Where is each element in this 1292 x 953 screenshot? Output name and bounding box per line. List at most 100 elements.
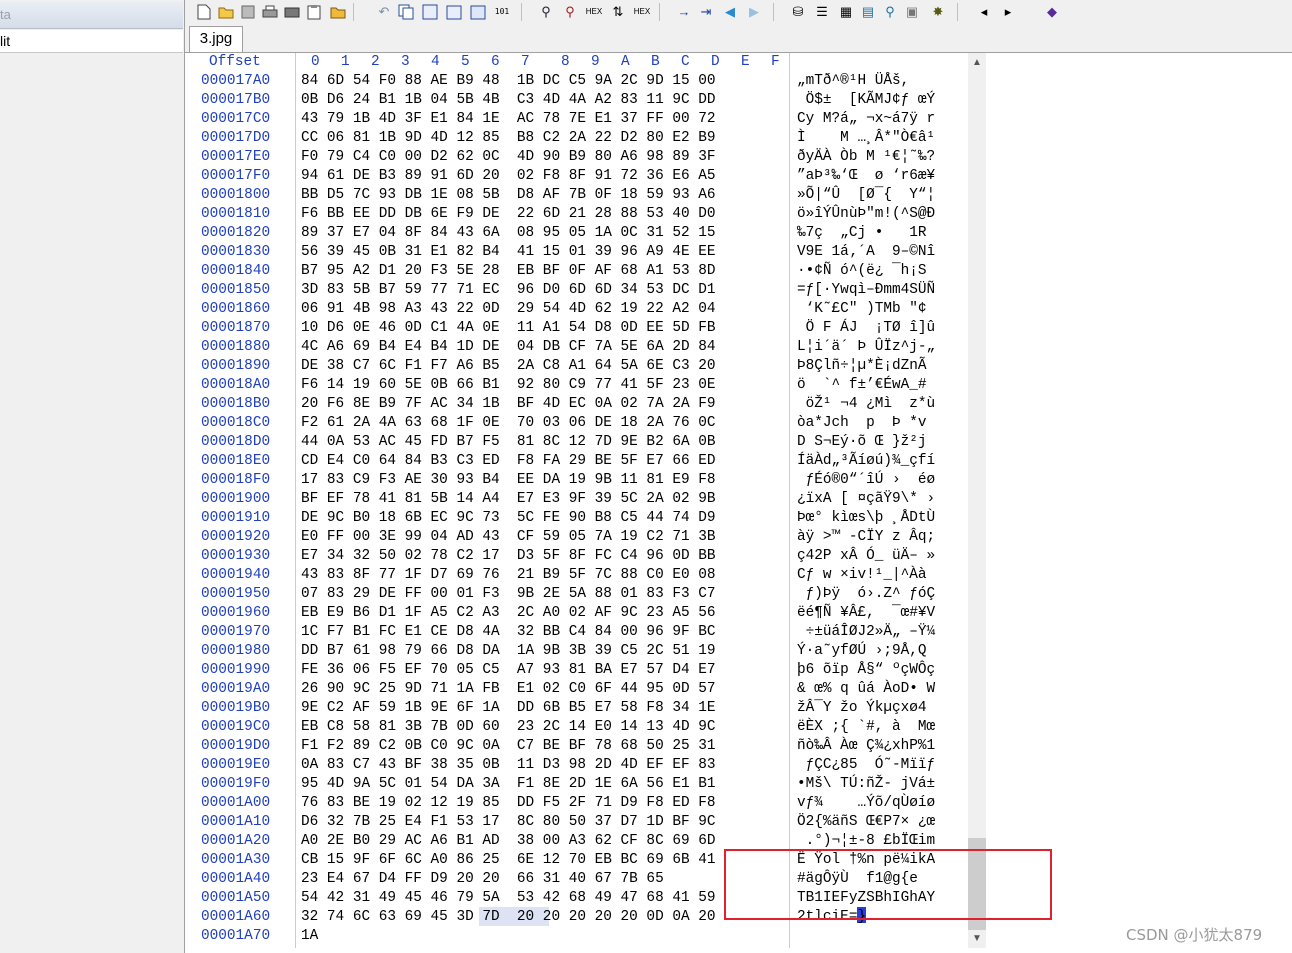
jump-offset-icon[interactable]: ⇥ [697,3,715,21]
left-pane-item-edit[interactable]: lit [0,30,183,53]
replace-icon[interactable]: HEX [585,3,603,21]
hex-bytes[interactable]: F1 F2 89 C2 0B C0 9C 0A C7 BE BF 78 68 5… [301,737,716,756]
ascii-text[interactable]: òa*Jch p Þ *v [797,414,935,433]
hex-bytes[interactable]: E0 FF 00 3E 99 04 AD 43 CF 59 05 7A 19 C… [301,528,716,547]
hex-bytes[interactable]: 3D 83 5B B7 59 77 71 EC 96 D0 6D 6D 34 5… [301,281,716,300]
ascii-text[interactable]: ö»îÝÛnùÞ"m!(^S@Ð [797,205,935,224]
find-hex-icon[interactable]: ⚲ [561,3,579,21]
next-icon[interactable]: ▸ [999,3,1017,21]
ascii-text[interactable]: žÂ¯Y žo Ýkµçxø4 [797,699,935,718]
paste-special-icon[interactable] [469,3,487,21]
hex-bytes[interactable]: F0 79 C4 C0 00 D2 62 0C 4D 90 B9 80 A6 9… [301,148,716,167]
cut-icon[interactable] [421,3,439,21]
ascii-text[interactable]: D S¬Eý·õ Œ }ž²j [797,433,935,452]
hex-bytes[interactable]: 1A [301,927,318,946]
hex-bytes[interactable]: 76 83 BE 19 02 12 19 85 DD F5 2F 71 D9 F… [301,794,716,813]
hex-bytes[interactable]: 43 83 8F 77 1F D7 69 76 21 B9 5F 7C 88 C… [301,566,716,585]
ascii-text[interactable]: ‘K˜£C" )TMb "¢ [797,300,927,319]
hex-bytes[interactable]: 54 42 31 49 45 46 79 5A 53 42 68 49 47 6… [301,889,716,908]
search-icon[interactable]: ⚲ [881,3,899,21]
ascii-text[interactable]: àÿ >™ -CÏY z Âq; [797,528,935,547]
properties-icon[interactable] [283,3,301,21]
ascii-text[interactable]: ÍäÀd„³Ãíøú)¾_çfí [797,452,935,471]
ascii-text[interactable]: ðyÄÀ Òb M ¹€¦˜‰? [797,148,935,167]
hex-bytes[interactable]: BB D5 7C 93 DB 1E 08 5B D8 AF 7B 0F 18 5… [301,186,716,205]
prev-icon[interactable]: ◂ [975,3,993,21]
goto-icon[interactable]: HEX [633,3,651,21]
hex-bytes[interactable]: 17 83 C9 F3 AE 30 93 B4 EE DA 19 9B 11 8… [301,471,716,490]
hex-bytes[interactable]: 9E C2 AF 59 1B 9E 6F 1A DD 6B B5 E7 58 F… [301,699,716,718]
hex-bytes[interactable]: D6 32 7B 25 E4 F1 53 17 8C 80 50 37 D7 1… [301,813,716,832]
ascii-text[interactable]: „mTð^®¹H ÜÅš, [797,72,909,91]
hex-bytes[interactable]: EB E9 B6 D1 1F A5 C2 A3 2C A0 02 AF 9C 2… [301,604,716,623]
hex-bytes[interactable]: B7 95 A2 D1 20 F3 5E 28 EB BF 0F AF 68 A… [301,262,716,281]
ascii-text[interactable]: Ö$± [KÃMJ¢ƒ œÝ [797,91,936,110]
ram-icon[interactable]: ▦ [837,3,855,21]
ascii-text[interactable]: »Õ|“Û [Ø¯{ Y“¦ [797,186,935,205]
tab-file[interactable]: 3.jpg [189,26,243,52]
hex-bytes[interactable]: F2 61 2A 4A 63 68 1F 0E 70 03 06 DE 18 2… [301,414,716,433]
scroll-up-icon[interactable]: ▲ [968,55,986,71]
ascii-text[interactable]: ÷±üáÎØJ2»Ä„ –Ÿ¼ [797,623,936,642]
copy-hex-icon[interactable]: 101 [493,3,511,21]
undo-icon[interactable]: ↶ [375,3,393,21]
back-icon[interactable]: ◀ [721,3,739,21]
jump-icon[interactable]: → [675,3,693,21]
hex-bytes[interactable]: 94 61 DE B3 89 91 6D 20 02 F8 8F 91 72 3… [301,167,716,186]
hex-bytes[interactable]: CD E4 C0 64 84 B3 C3 ED F8 FA 29 BE 5F E… [301,452,716,471]
ascii-text[interactable]: ö `^ f±’€ÉwA_# [797,376,935,395]
copy-icon[interactable] [397,3,415,21]
ascii-text[interactable]: Cƒ w ×iv!¹_|^Àà [797,566,935,585]
new-file-icon[interactable] [195,3,213,21]
hex-bytes[interactable]: FE 36 06 F5 EF 70 05 C5 A7 93 81 BA E7 5… [301,661,716,680]
camera-icon[interactable]: ▣ [903,3,921,21]
clipboard-icon[interactable] [305,3,323,21]
open-file-icon[interactable] [217,3,235,21]
hex-bytes[interactable]: EB C8 58 81 3B 7B 0D 60 23 2C 14 E0 14 1… [301,718,716,737]
hex-bytes[interactable]: 0A 83 C7 43 BF 38 35 0B 11 D3 98 2D 4D E… [301,756,716,775]
hex-bytes[interactable]: 06 91 4B 98 A3 43 22 0D 29 54 4D 62 19 2… [301,300,716,319]
hex-bytes[interactable]: CB 15 9F 6F 6C A0 86 25 6E 12 70 EB BC 6… [301,851,716,870]
gear-icon[interactable]: ✸ [929,3,947,21]
hex-bytes[interactable]: 44 0A 53 AC 45 FD B7 F5 81 8C 12 7D 9E B… [301,433,716,452]
ascii-text[interactable]: ëÈX ;{ `#, à Mœ [797,718,935,737]
hex-bytes[interactable]: 23 E4 67 D4 FF D9 20 20 66 31 40 67 7B 6… [301,870,664,889]
hex-bytes[interactable]: E7 34 32 50 02 78 C2 17 D3 5F 8F FC C4 9… [301,547,716,566]
hex-bytes[interactable]: 95 4D 9A 5C 01 54 DA 3A F1 8E 2D 1E 6A 5… [301,775,716,794]
ascii-text[interactable]: ëé¶Ñ ¥Â£, ¯œ#¥V [797,604,935,623]
ascii-text[interactable]: V9E 1á‚´A 9–©Nî [797,243,935,262]
hex-bytes[interactable]: 84 6D 54 F0 88 AE B9 48 1B DC C5 9A 2C 9… [301,72,716,91]
ascii-text[interactable]: Cy M?á„ ¬x~á7ÿ r [797,110,935,129]
ascii-text[interactable]: öŽ¹ ¬4 ¿Mì z*ù [797,395,936,414]
hex-bytes[interactable]: F6 14 19 60 5E 0B 66 B1 92 80 C9 77 41 5… [301,376,716,395]
hex-editor[interactable]: Offset 0 1 2 3 4 5 6 7 8 9 A B C D E F 000017A0 84 6D 54 … [185,53,965,953]
paste-icon[interactable] [445,3,463,21]
stack-icon[interactable]: ☰ [813,3,831,21]
print-icon[interactable] [261,3,279,21]
ascii-text[interactable]: L¦i´ä´ Þ ÛÏz^j-„ [797,338,935,357]
ascii-text[interactable]: Ì M …¸Â*"Ò€â¹ [797,129,935,148]
ascii-text[interactable]: ·•¢Ñ ó^(ë¿ ¯h¡S [797,262,927,281]
ascii-text[interactable]: Ö2{%äñS Œ€P7× ¿œ [797,813,935,832]
hex-bytes[interactable]: 07 83 29 DE FF 00 01 F3 9B 2E 5A 88 01 8… [301,585,716,604]
hex-bytes[interactable]: 32 74 6C 63 69 45 3D 7D 20 20 20 20 20 0… [301,908,716,927]
hex-bytes[interactable]: DE 38 C7 6C F1 F7 A6 B5 2A C8 A1 64 5A 6… [301,357,716,376]
hex-bytes[interactable]: 26 90 9C 25 9D 71 1A FB E1 02 C0 6F 44 9… [301,680,716,699]
ascii-text[interactable]: ¿ïxA [ ¤çãŸ9\* › [797,490,935,509]
hex-bytes[interactable]: BF EF 78 41 81 5B 14 A4 E7 E3 9F 39 5C 2… [301,490,716,509]
ascii-text[interactable]: •Mš\ TÚ:ñŽ- jVá± [797,775,935,794]
replace-hex-icon[interactable]: ⇅ [609,3,627,21]
ascii-text[interactable]: ƒ)Þÿ ó›.Z^ ƒóÇ [797,585,936,604]
vertical-scrollbar[interactable]: ▲ ▼ [968,53,986,948]
ascii-text[interactable]: =ƒ[·Ywqì–Ðmm4SÜÑ [797,281,935,300]
hex-bytes[interactable]: 20 F6 8E B9 7F AC 34 1B BF 4D EC 0A 02 7… [301,395,716,414]
ascii-text[interactable]: vƒ¾ …Ýõ/qÙøíø [797,794,935,813]
hex-bytes[interactable]: DD B7 61 98 79 66 D8 DA 1A 9B 3B 39 C5 2… [301,642,716,661]
ascii-text[interactable]: ƒÇC¿85 Ó˜-Mïïƒ [797,756,936,775]
hex-bytes[interactable]: 10 D6 0E 46 0D C1 4A 0E 11 A1 54 D8 0D E… [301,319,716,338]
book-icon[interactable]: ◆ [1043,3,1061,21]
disk-icon[interactable]: ⛁ [789,3,807,21]
ascii-text[interactable]: þ6 õïp Å§“ ºçWÔç [797,661,935,680]
forward-icon[interactable]: ▶ [745,3,763,21]
ascii-text[interactable]: Þœ° kìœs\þ ¸ÅDtÙ [797,509,935,528]
